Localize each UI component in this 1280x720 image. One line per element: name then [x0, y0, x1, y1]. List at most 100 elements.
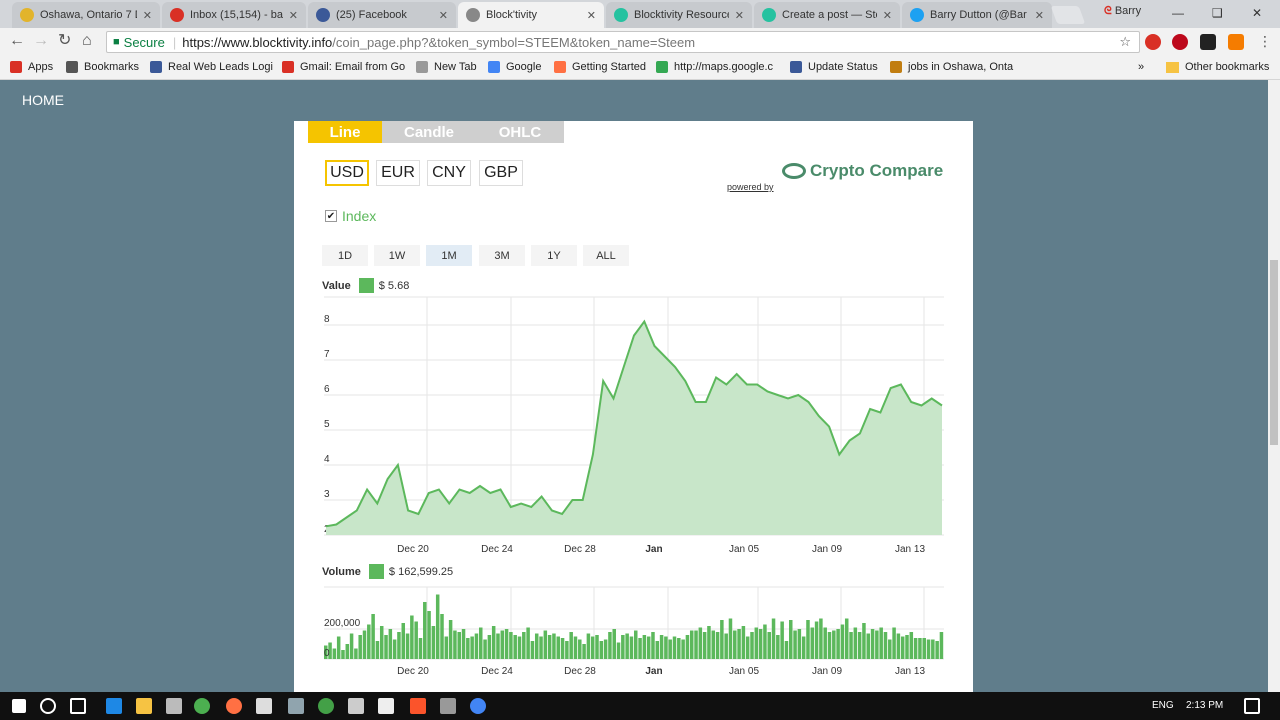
calculator-icon[interactable]	[378, 698, 394, 714]
tab-label: Inbox (15,154) - bar	[190, 9, 283, 21]
clock[interactable]: 2:13 PM	[1186, 700, 1223, 711]
chrome-icon[interactable]	[470, 698, 486, 714]
address-input[interactable]: ■ Secure | https://www.blocktivity.info …	[106, 31, 1140, 53]
page-content: HOME Line Candle OHLC USD EUR CNY GBP Cr…	[0, 80, 1268, 692]
page-scrollbar[interactable]	[1268, 80, 1280, 692]
extension-icon[interactable]	[1228, 34, 1244, 50]
volume-bar	[470, 636, 474, 659]
volume-bar	[638, 638, 642, 659]
bookmark-item[interactable]: Bookmarks	[66, 61, 139, 73]
volume-bar	[354, 648, 358, 659]
pinterest-icon[interactable]	[1172, 34, 1188, 50]
bookmark-item[interactable]: Update Status	[790, 61, 878, 73]
browser-tab[interactable]: Inbox (15,154) - bar ✕	[162, 2, 306, 28]
bookmark-item[interactable]: Real Web Leads Logi	[150, 61, 273, 73]
volume-bar	[685, 635, 690, 659]
bookmark-item[interactable]: Apps	[10, 61, 53, 73]
volume-bar	[384, 635, 388, 659]
adblock-icon[interactable]	[1145, 34, 1161, 50]
scrollbar-thumb[interactable]	[1270, 260, 1278, 445]
volume-bar	[702, 632, 707, 659]
nav-home[interactable]: HOME	[22, 92, 64, 108]
chrome-icon[interactable]	[194, 698, 210, 714]
value-y-tick-label: 4	[324, 454, 330, 465]
browser-tab[interactable]: Create a post — Ste ✕	[754, 2, 900, 28]
bookmark-item[interactable]: Gmail: Email from Go	[282, 61, 405, 73]
browser-tab[interactable]: Barry Dutton (@Bar ✕	[902, 2, 1052, 28]
mail-icon[interactable]	[348, 698, 364, 714]
tab-bar: Oshawa, Ontario 7 D ✕ Inbox (15,154) - bar…	[0, 0, 1280, 28]
task-view-icon[interactable]	[70, 698, 86, 714]
browser-tab[interactable]: Oshawa, Ontario 7 D ✕	[12, 2, 160, 28]
volume-bar	[603, 639, 608, 659]
volume-y-tick-label: 200,000	[324, 618, 361, 629]
browser-tab[interactable]: Block'tivity ✕	[458, 2, 604, 28]
volume-bar	[569, 632, 573, 659]
windows-start-icon[interactable]	[12, 699, 26, 713]
tab-label: (25) Facebook	[336, 9, 407, 21]
volume-bar	[698, 627, 703, 659]
star-icon[interactable]: ☆	[1119, 34, 1131, 50]
close-icon[interactable]: ✕	[587, 9, 596, 22]
app-icon[interactable]	[318, 698, 334, 714]
tab-label: Create a post — Ste	[782, 9, 877, 21]
volume-bar	[466, 638, 470, 659]
reload-button[interactable]: ↻	[58, 33, 71, 49]
bookmark-item[interactable]: http://maps.google.c	[656, 61, 773, 73]
close-icon[interactable]: ✕	[1035, 9, 1044, 22]
close-icon[interactable]: ✕	[143, 9, 152, 22]
volume-bar	[358, 635, 362, 659]
minimize-button[interactable]: —	[1172, 6, 1184, 20]
volume-bar	[599, 641, 604, 659]
volume-bar	[560, 638, 565, 659]
amazon-icon[interactable]	[1200, 34, 1216, 50]
firefox-icon[interactable]	[226, 698, 242, 714]
app-icon[interactable]	[256, 698, 272, 714]
close-icon[interactable]: ✕	[735, 9, 744, 22]
volume-bar	[810, 627, 815, 659]
close-icon[interactable]: ✕	[883, 9, 892, 22]
bookmark-item[interactable]: jobs in Oshawa, Onta	[890, 61, 1013, 73]
url-path: /coin_page.php?&token_symbol=STEEM&token…	[332, 34, 696, 50]
close-icon[interactable]: ✕	[439, 9, 448, 22]
app-icon[interactable]	[440, 698, 456, 714]
volume-bar	[655, 641, 660, 659]
profile-icon: ᘓ	[1104, 5, 1112, 17]
volume-bar	[711, 630, 716, 659]
volume-bar	[423, 602, 427, 659]
volume-bar	[448, 620, 453, 659]
volume-bar	[379, 626, 384, 659]
app-icon[interactable]	[288, 698, 304, 714]
bookmark-item[interactable]: New Tab	[416, 61, 477, 73]
edge-icon[interactable]	[106, 698, 122, 714]
notifications-icon[interactable]	[1244, 698, 1260, 714]
profile-button[interactable]: ᘓ Barry	[1104, 5, 1141, 18]
volume-bar	[780, 621, 784, 659]
volume-bar	[806, 620, 810, 659]
value-x-tick-label: Jan	[645, 544, 662, 555]
volume-bar	[539, 636, 543, 659]
back-button[interactable]: ←	[9, 33, 25, 49]
brave-icon[interactable]	[410, 698, 426, 714]
close-window-button[interactable]: ✕	[1252, 6, 1262, 20]
other-bookmarks[interactable]: Other bookmarks	[1166, 61, 1269, 73]
bookmark-item[interactable]: Google	[488, 61, 541, 73]
volume-bar	[621, 635, 625, 659]
search-icon[interactable]	[40, 698, 56, 714]
store-icon[interactable]	[166, 698, 182, 714]
home-button[interactable]: ⌂	[82, 33, 92, 49]
volume-bar	[857, 632, 862, 659]
menu-icon[interactable]: ⋮	[1258, 33, 1272, 49]
value-y-tick-label: 8	[324, 314, 330, 325]
restore-button[interactable]: ❑	[1212, 6, 1223, 20]
browser-tab[interactable]: (25) Facebook ✕	[308, 2, 456, 28]
bookmarks-overflow[interactable]: »	[1138, 61, 1144, 73]
close-icon[interactable]: ✕	[289, 9, 298, 22]
bookmark-item[interactable]: Getting Started	[554, 61, 646, 73]
new-tab-button[interactable]	[1050, 6, 1086, 24]
browser-tab[interactable]: Blocktivity Resource ✕	[606, 2, 752, 28]
language-indicator[interactable]: ENG	[1152, 700, 1174, 711]
forward-button[interactable]: →	[33, 33, 49, 49]
chart-card: Line Candle OHLC USD EUR CNY GBP Crypto …	[294, 121, 973, 692]
file-explorer-icon[interactable]	[136, 698, 152, 714]
